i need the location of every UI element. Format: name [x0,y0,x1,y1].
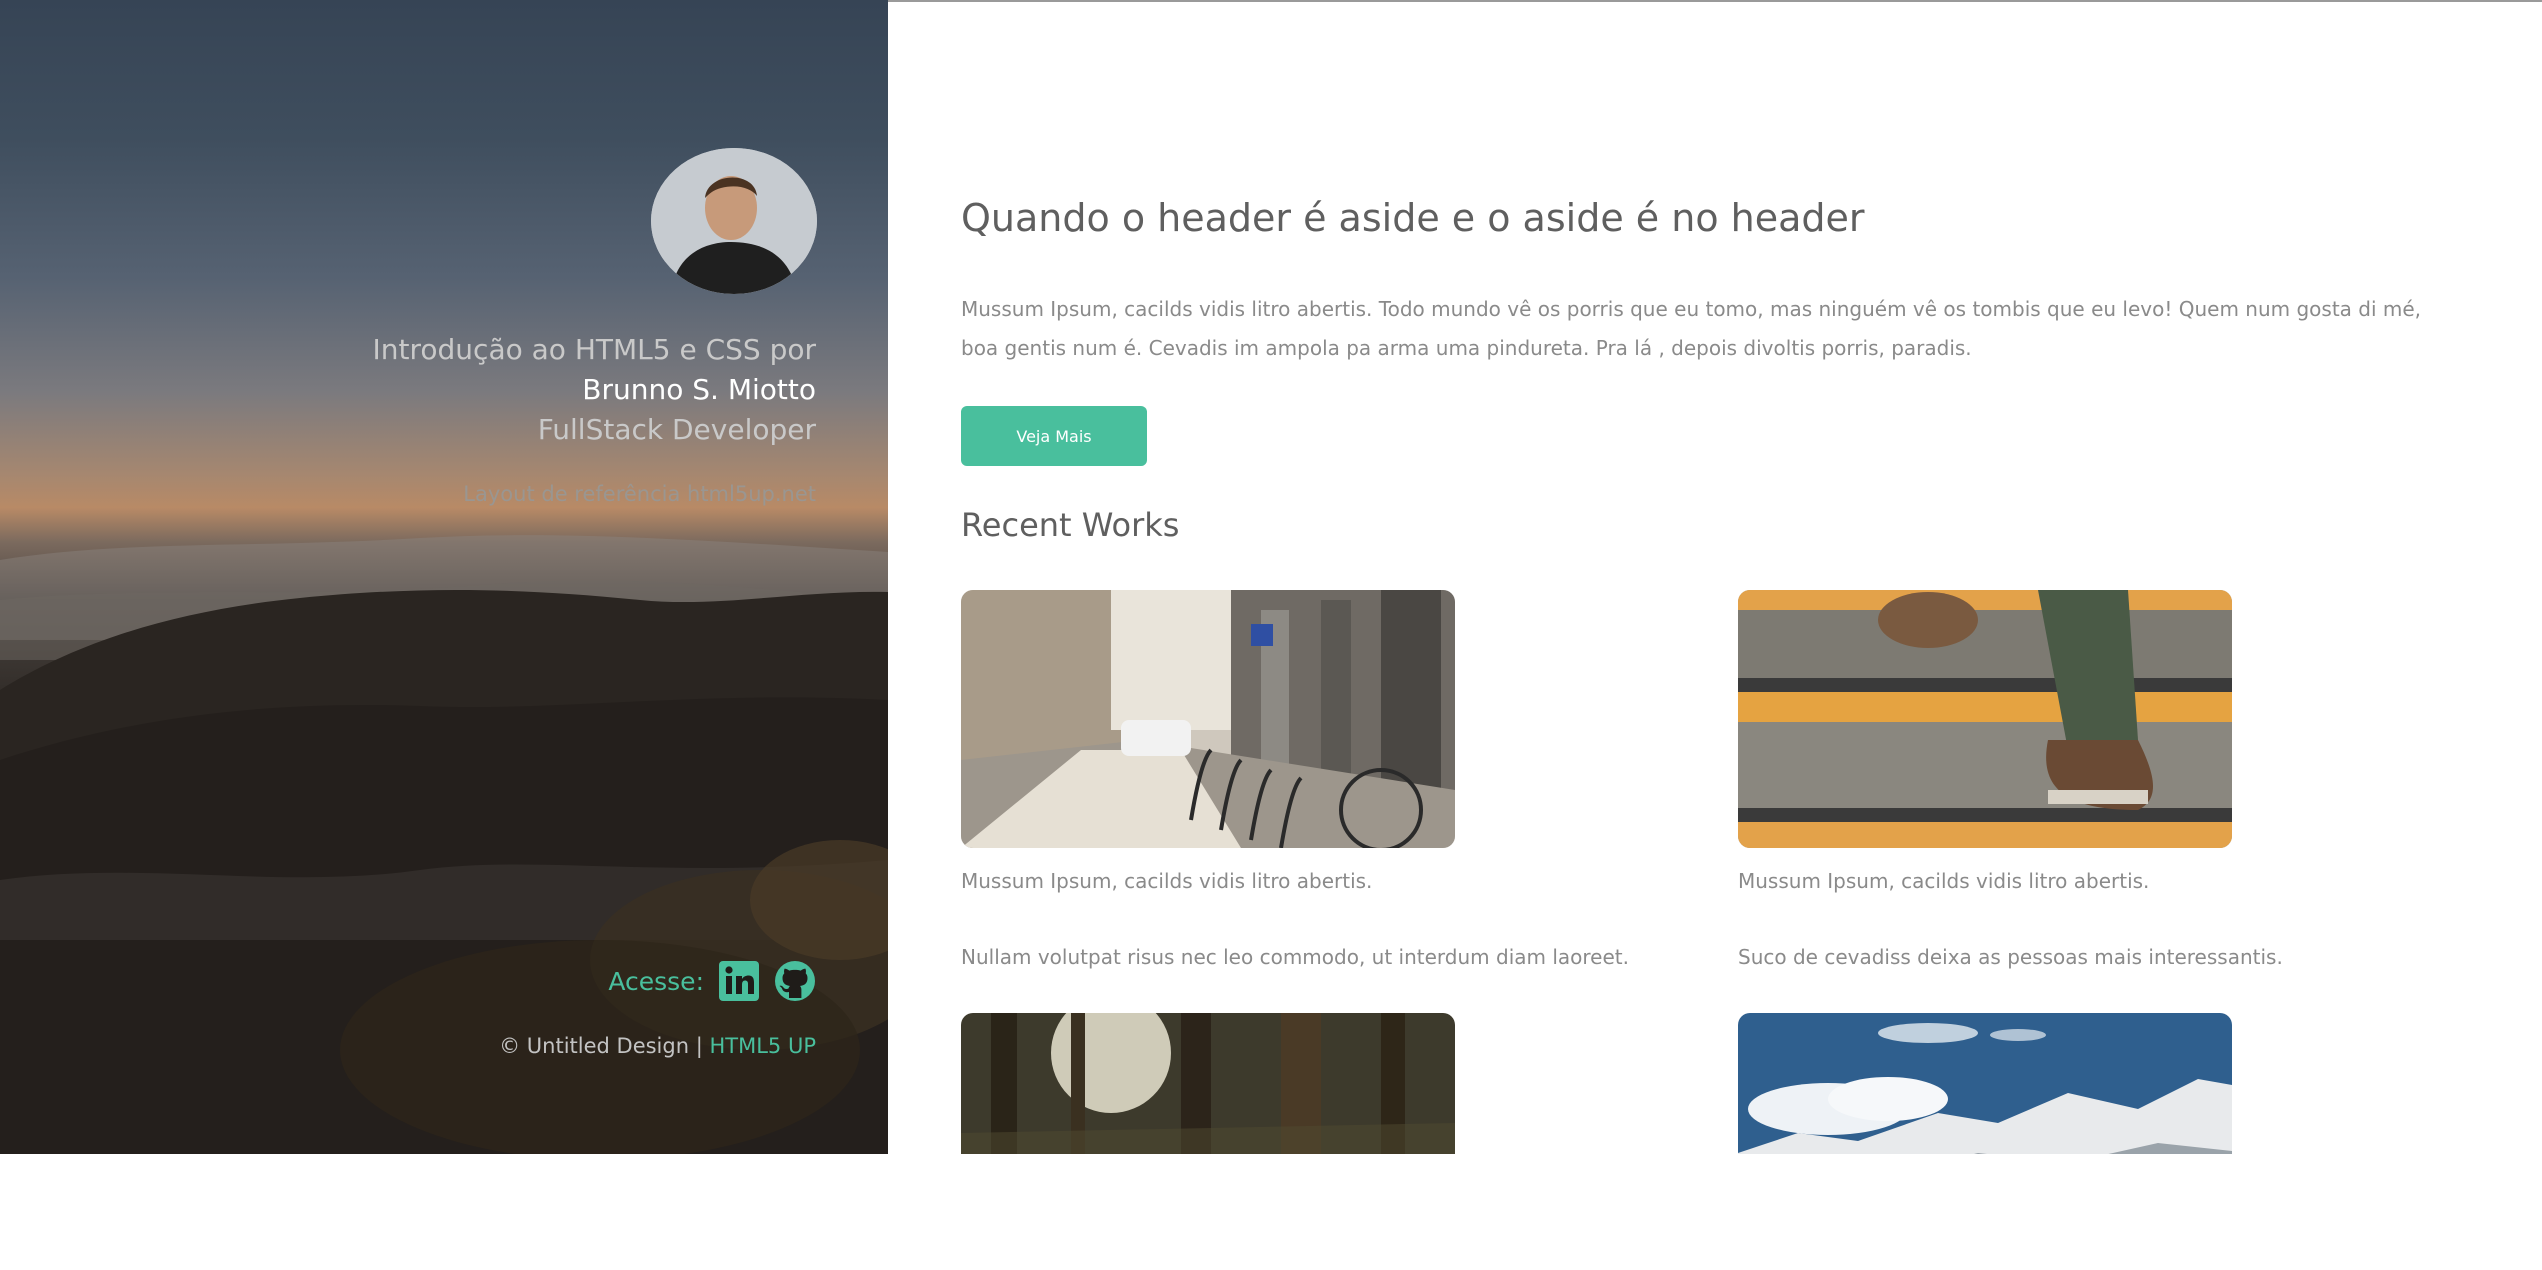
page-title: Quando o header é aside e o aside é no h… [961,196,1865,240]
social-links: Acesse: [608,958,816,1004]
reference-text: Layout de referência html5up.net [463,482,816,506]
work-thumbnail-forest[interactable] [961,1013,1455,1154]
footer: © Untitled Design | HTML5 UP [499,1034,816,1058]
work-caption: Mussum Ipsum, cacilds vidis litro aberti… [1738,869,2150,893]
work-description: Suco de cevadiss deixa as pessoas mais i… [1738,945,2283,969]
work-item [1738,1013,2438,1154]
github-icon[interactable] [774,960,816,1002]
intro-prefix: Introdução ao HTML5 e CSS por [372,333,816,366]
recent-works-title: Recent Works [961,506,1180,544]
author-role: FullStack Developer [537,413,816,446]
veja-mais-button[interactable]: Veja Mais [961,406,1147,466]
lead-paragraph: Mussum Ipsum, cacilds vidis litro aberti… [961,297,2422,360]
work-item: Mussum Ipsum, cacilds vidis litro aberti… [1738,590,2438,970]
work-item [961,1013,1661,1154]
work-thumbnail-mountains[interactable] [1738,1013,2232,1154]
work-thumbnail-stairs[interactable] [1738,590,2232,848]
linkedin-icon[interactable] [718,960,760,1002]
html5up-link[interactable]: HTML5 UP [709,1034,816,1058]
work-thumbnail-street[interactable] [961,590,1455,848]
avatar [651,148,817,294]
intro-block: Introdução ao HTML5 e CSS por Brunno S. … [116,330,816,450]
access-label: Acesse: [608,966,704,996]
work-caption: Mussum Ipsum, cacilds vidis litro aberti… [961,869,1373,893]
work-item: Mussum Ipsum, cacilds vidis litro aberti… [961,590,1661,970]
profile-photo [651,148,817,294]
work-description: Nullam volutpat risus nec leo commodo, u… [961,945,1629,969]
main-content: Quando o header é aside e o aside é no h… [961,0,2461,1154]
sidebar: Introdução ao HTML5 e CSS por Brunno S. … [0,0,888,1154]
footer-copyright: © Untitled Design | [499,1034,703,1058]
author-name: Brunno S. Miotto [582,373,816,406]
